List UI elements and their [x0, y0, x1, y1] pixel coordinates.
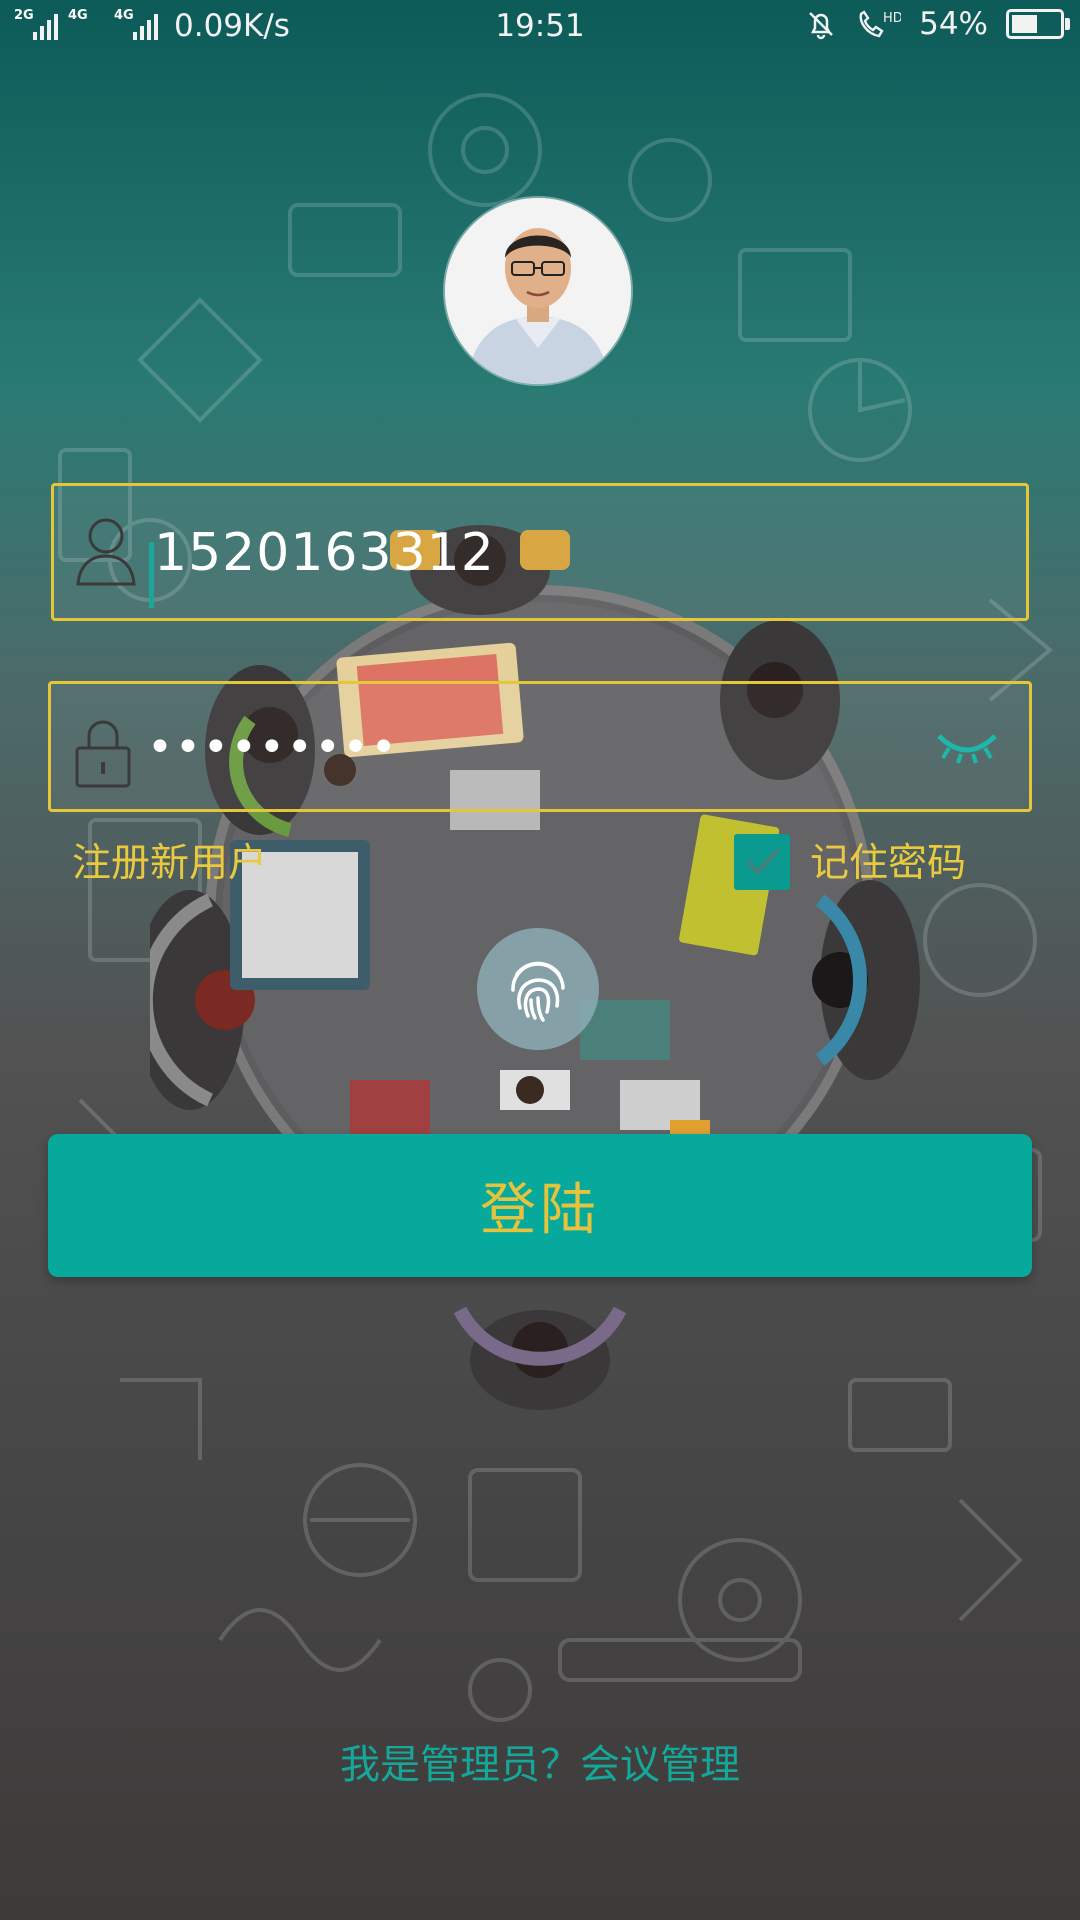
battery-icon	[1006, 9, 1070, 39]
check-icon	[746, 848, 780, 875]
status-bar: 2G 4G 4G 0.09K/s 19:51 HD 54%	[0, 0, 1080, 58]
username-input[interactable]: 1520163312	[154, 520, 495, 586]
password-input[interactable]: •••••••••	[147, 718, 399, 778]
alarm-off-icon	[809, 12, 833, 40]
remember-checkbox[interactable]	[734, 834, 790, 890]
user-photo-icon	[445, 198, 631, 384]
fingerprint-icon	[511, 961, 565, 1022]
battery-fill	[1012, 15, 1037, 33]
user-icon	[76, 518, 136, 586]
register-link[interactable]: 注册新用户	[72, 834, 267, 894]
remember-label: 记住密码	[810, 841, 967, 886]
password-field[interactable]: •••••••••	[48, 681, 1032, 812]
status-right: HD 54%	[805, 6, 1070, 42]
avatar[interactable]	[445, 198, 631, 384]
admin-meeting-link[interactable]: 我是管理员？会议管理	[0, 1735, 1080, 1795]
login-button[interactable]: 登陆	[48, 1134, 1032, 1277]
username-field[interactable]: 1520163312	[51, 483, 1029, 621]
lock-icon	[75, 720, 131, 788]
login-screen: 2G 4G 4G 0.09K/s 19:51 HD 54% 1520163312…	[0, 0, 1080, 1920]
battery-percent: 54%	[919, 6, 988, 42]
svg-text:HD: HD	[883, 11, 901, 26]
fingerprint-button[interactable]	[477, 928, 599, 1050]
eye-closed-icon[interactable]	[935, 730, 999, 764]
hd-call-icon: HD	[859, 10, 901, 38]
